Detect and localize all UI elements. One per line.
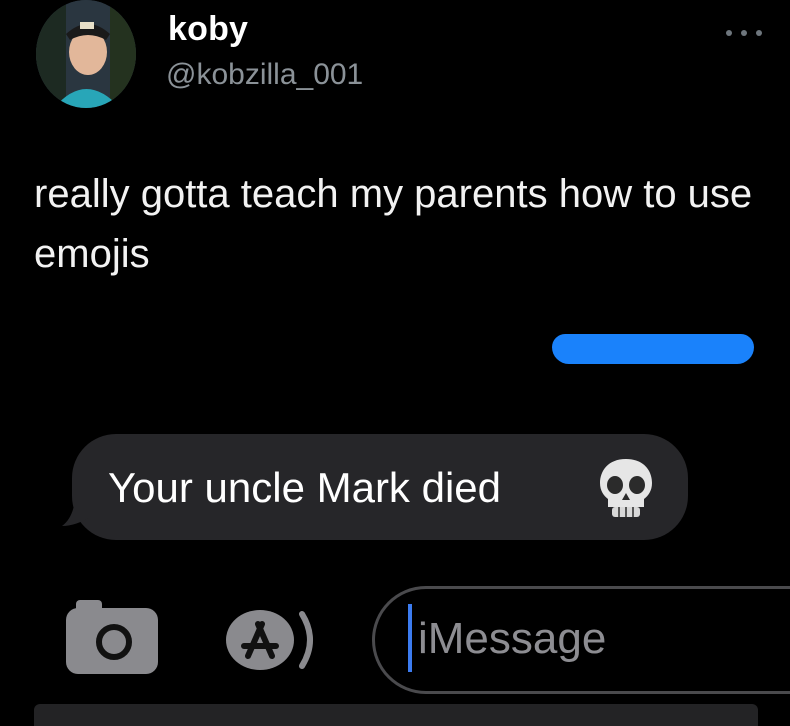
app-store-icon[interactable] [214,604,324,676]
user-handle[interactable]: @kobzilla_001 [166,58,363,92]
display-name[interactable]: koby [168,10,248,49]
sent-message-bubble [552,334,754,364]
avatar-photo [36,0,136,108]
imessage-placeholder: iMessage [418,614,607,663]
skull-icon [600,459,652,517]
tweet-text: really gotta teach my parents how to use… [34,172,753,276]
received-message-text: Your uncle Mark died [108,464,502,511]
keyboard-edge [34,704,758,726]
more-horizontal-icon[interactable] [726,26,762,40]
bubble-tail [62,486,92,526]
camera-icon[interactable] [66,600,158,674]
text-cursor [408,604,412,672]
profile-avatar[interactable] [36,0,136,108]
